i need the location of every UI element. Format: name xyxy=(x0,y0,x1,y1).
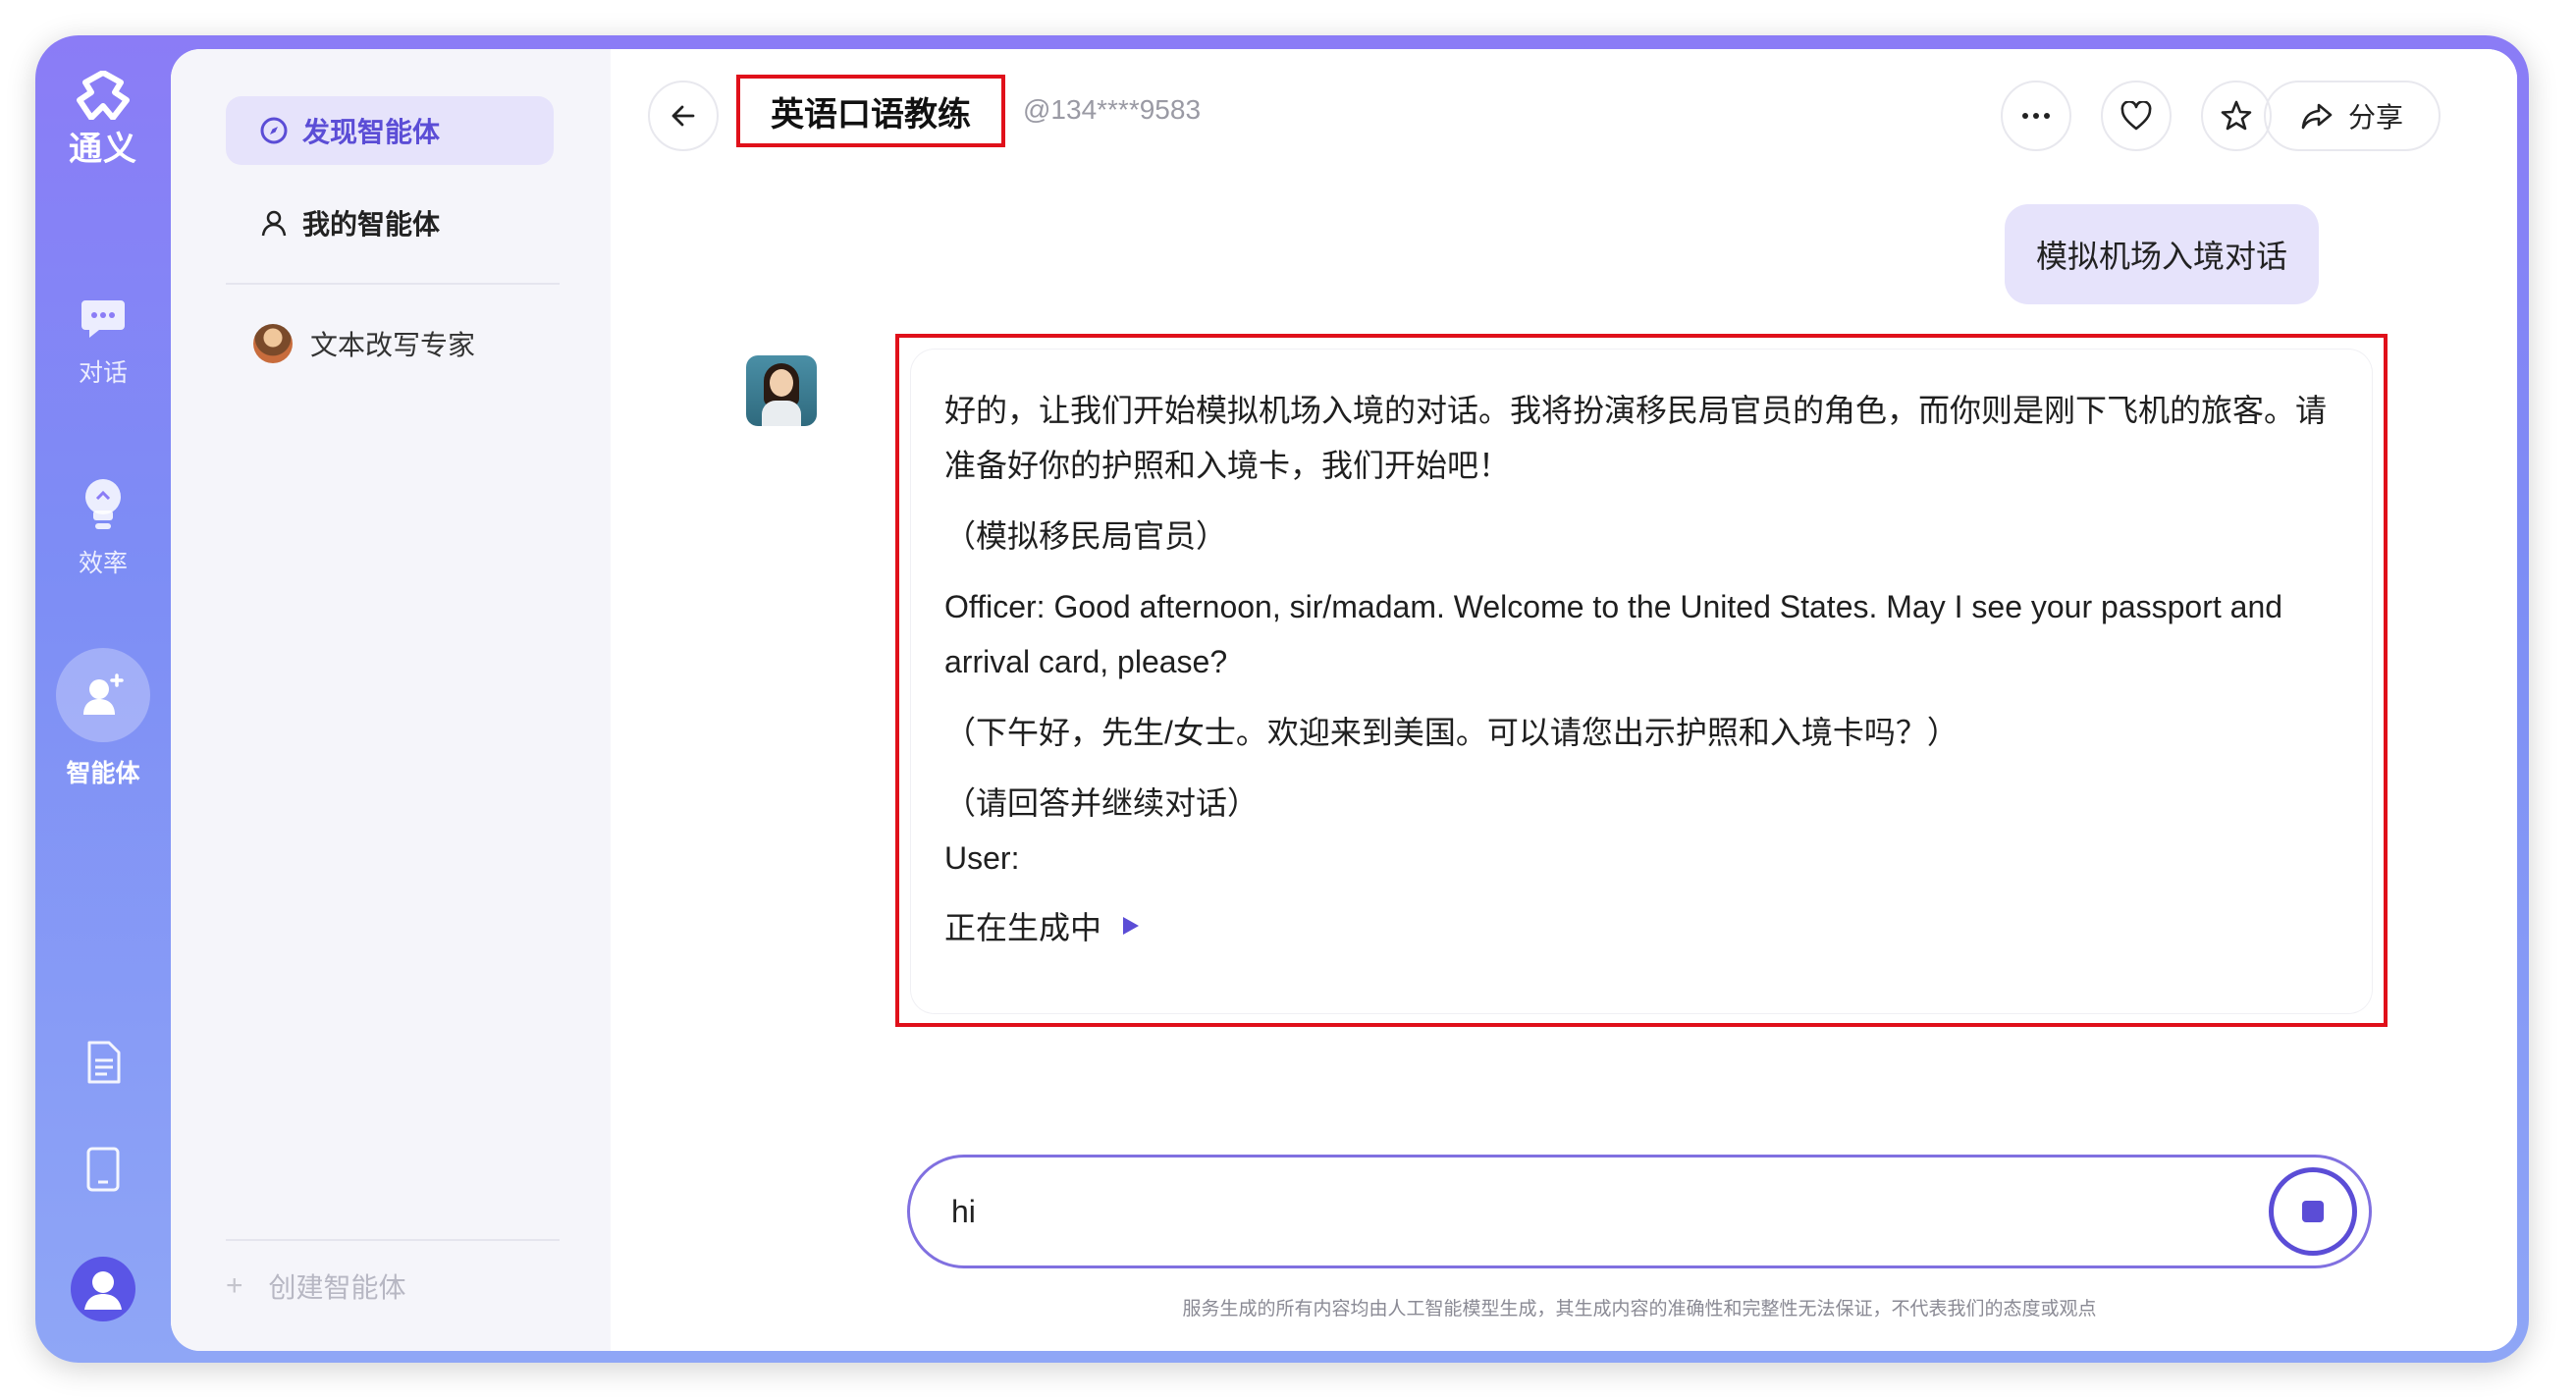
share-label: 分享 xyxy=(2347,102,2403,133)
share-button[interactable]: 分享 xyxy=(2264,81,2441,151)
sidebar-item-discover-label: 发现智能体 xyxy=(302,117,441,147)
sidebar-item-mine-label: 我的智能体 xyxy=(302,209,441,240)
create-agent-button[interactable]: + 创建智能体 xyxy=(226,1266,406,1306)
person-icon xyxy=(261,210,287,237)
favorite-button[interactable] xyxy=(2201,81,2272,151)
user-message-text: 模拟机场入境对话 xyxy=(2035,239,2287,274)
plus-icon: + xyxy=(226,1269,243,1302)
heart-icon xyxy=(2120,101,2152,131)
agent-title: 英语口语教练 xyxy=(736,75,1005,147)
logo[interactable]: 通义 xyxy=(35,71,171,170)
stop-icon xyxy=(2302,1201,2324,1222)
annotation-highlight-box xyxy=(895,334,2388,1027)
rail-label-chat: 对话 xyxy=(78,359,128,387)
sidebar-divider xyxy=(226,283,560,285)
compass-icon xyxy=(260,117,288,144)
logo-label: 通义 xyxy=(69,131,137,168)
rail-label-agents: 智能体 xyxy=(66,760,140,787)
rail-item-efficiency[interactable]: 效率 xyxy=(35,477,171,579)
creator-handle: @134****9583 xyxy=(1023,94,1202,125)
rail-item-agents[interactable]: 智能体 xyxy=(35,648,171,789)
left-rail: 通义 对话 效率 智能体 xyxy=(35,35,522,1363)
sidebar-divider-bottom xyxy=(226,1239,560,1241)
sidebar-agent-name: 文本改写专家 xyxy=(310,330,476,360)
rail-user-avatar[interactable] xyxy=(35,1257,171,1321)
create-agent-label: 创建智能体 xyxy=(268,1272,406,1303)
agent-title-text: 英语口语教练 xyxy=(771,95,971,134)
agents-sidebar: 发现智能体 我的智能体 文本改写专家 + 创建智能体 xyxy=(171,49,611,1351)
agent-avatar xyxy=(253,324,293,363)
lightbulb-icon xyxy=(85,479,121,529)
user-message: 模拟机场入境对话 xyxy=(2004,204,2319,304)
app-window: 通义 对话 效率 智能体 发现智能体 我的智能体 文本改写专家 + 创建智能体 … xyxy=(35,35,2529,1363)
main-card: 发现智能体 我的智能体 文本改写专家 + 创建智能体 英语口语教练 @134**… xyxy=(171,49,2517,1351)
rail-label-efficiency: 效率 xyxy=(78,550,128,577)
tablet-icon xyxy=(86,1147,120,1192)
like-button[interactable] xyxy=(2101,81,2172,151)
more-dots-icon xyxy=(2022,113,2050,119)
star-icon xyxy=(2221,100,2252,131)
stop-generation-button[interactable] xyxy=(2269,1167,2357,1256)
sidebar-item-discover[interactable]: 发现智能体 xyxy=(226,96,554,165)
rail-document-button[interactable] xyxy=(35,1041,171,1084)
chat-panel: 英语口语教练 @134****9583 分享 模拟机场入境对话 好的，让我们开始… xyxy=(611,49,2517,1351)
chat-bubble-icon xyxy=(81,300,125,338)
rail-item-chat[interactable]: 对话 xyxy=(35,295,171,389)
document-icon xyxy=(87,1041,121,1084)
user-avatar-icon xyxy=(71,1257,135,1321)
bot-avatar xyxy=(746,355,817,426)
share-icon xyxy=(2301,103,2333,130)
chat-input[interactable]: hi xyxy=(907,1155,2372,1268)
agent-icon-bubble xyxy=(56,648,150,742)
rail-tablet-button[interactable] xyxy=(35,1147,171,1192)
sidebar-item-mine[interactable]: 我的智能体 xyxy=(226,188,554,257)
tongyi-logo-icon xyxy=(77,71,130,120)
more-button[interactable] xyxy=(2001,81,2071,151)
disclaimer-text: 服务生成的所有内容均由人工智能模型生成，其生成内容的准确性和完整性无法保证，不代… xyxy=(1182,1299,2097,1319)
agent-icon xyxy=(83,673,124,715)
back-button[interactable] xyxy=(648,81,719,151)
arrow-left-icon xyxy=(671,105,695,127)
sidebar-agent-item[interactable]: 文本改写专家 xyxy=(253,324,475,363)
chat-input-value: hi xyxy=(951,1193,976,1229)
